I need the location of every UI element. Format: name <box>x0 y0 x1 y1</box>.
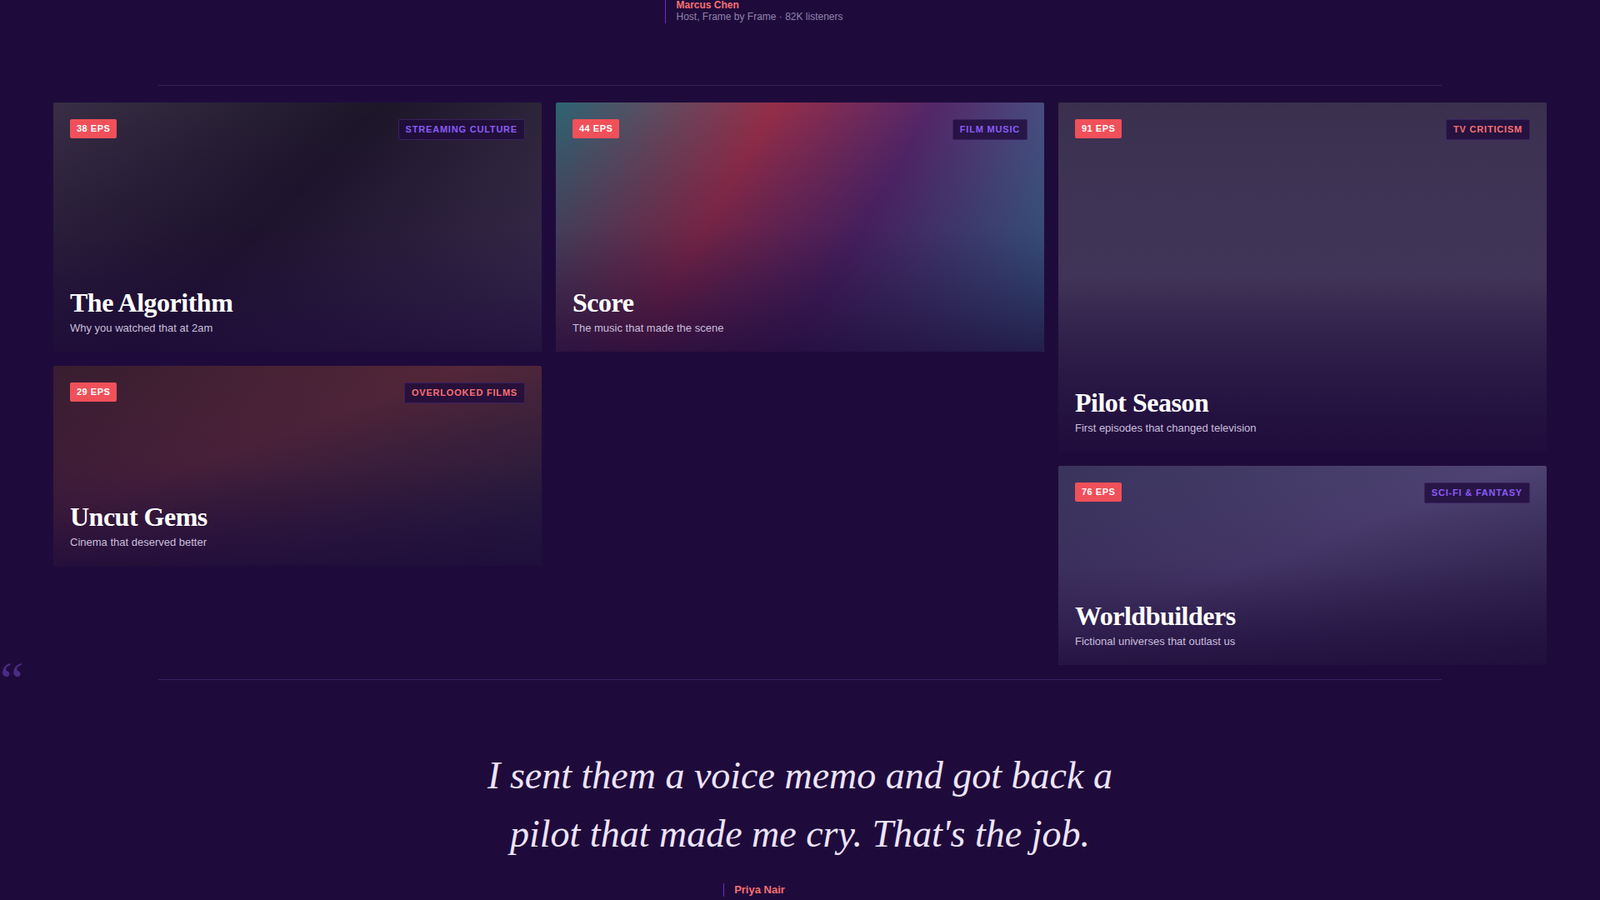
card-text: Uncut Gems Cinema that deserved better <box>70 500 525 550</box>
show-card[interactable]: 29 EPS OVERLOOKED FILMS Uncut Gems Cinema t… <box>53 365 542 566</box>
card-text: Pilot Season First episodes that changed … <box>1075 386 1530 435</box>
author-name: Priya Nair <box>734 883 785 897</box>
episode-badge: 44 EPS <box>572 119 620 139</box>
quote-mark-icon: “ <box>0 654 24 708</box>
episode-badge: 91 EPS <box>1075 119 1122 139</box>
quote-attribution: Priya Nair <box>723 883 785 897</box>
card-text: Score The music that made the scene <box>572 286 1028 335</box>
category-tag: TV CRITICISM <box>1445 119 1530 140</box>
show-subtitle: Fictional universes that outlast us <box>1075 635 1530 649</box>
show-subtitle: Cinema that deserved better <box>70 535 525 550</box>
show-card[interactable]: 38 EPS STREAMING CULTURE The Algorithm Why … <box>53 102 542 352</box>
show-title: The Algorithm <box>70 286 525 319</box>
show-subtitle: First episodes that changed television <box>1075 421 1530 435</box>
quote-text: I sent them a voice memo and got back a … <box>466 746 1134 864</box>
episode-badge: 76 EPS <box>1075 482 1122 502</box>
show-card[interactable]: 76 EPS SCI-FI & FANTASY Worldbuilders Ficti… <box>1058 465 1547 665</box>
show-grid: 38 EPS STREAMING CULTURE The Algorithm Why … <box>0 102 1600 665</box>
show-title: Score <box>572 286 1028 319</box>
category-tag: SCI-FI & FANTASY <box>1424 482 1530 504</box>
category-tag: STREAMING CULTURE <box>398 119 525 140</box>
show-card[interactable]: 44 EPS FILM MUSIC Score The music that made… <box>555 102 1045 352</box>
divider: “ <box>158 679 1442 680</box>
show-card[interactable]: 91 EPS TV CRITICISM Pilot Season First epis… <box>1058 102 1547 452</box>
show-title: Pilot Season <box>1075 386 1530 419</box>
author-name: Marcus Chen <box>675 0 843 10</box>
category-tag: OVERLOOKED FILMS <box>404 382 525 404</box>
grid-column: 91 EPS TV CRITICISM Pilot Season First epis… <box>1058 102 1547 665</box>
show-title: Worldbuilders <box>1075 600 1530 632</box>
episode-badge: 38 EPS <box>70 119 117 139</box>
category-tag: FILM MUSIC <box>952 119 1028 140</box>
show-title: Uncut Gems <box>70 500 525 533</box>
author-role: Host, Frame by Frame · 82K listeners <box>675 10 843 24</box>
divider <box>158 85 1442 86</box>
grid-column: 38 EPS STREAMING CULTURE The Algorithm Why … <box>53 102 542 566</box>
card-text: The Algorithm Why you watched that at 2am <box>70 286 525 335</box>
show-subtitle: The music that made the scene <box>572 321 1028 335</box>
episode-badge: 29 EPS <box>70 382 117 402</box>
grid-column: 44 EPS FILM MUSIC Score The music that made… <box>555 102 1045 352</box>
card-text: Worldbuilders Fictional universes that ou… <box>1075 600 1530 649</box>
show-subtitle: Why you watched that at 2am <box>70 321 525 335</box>
top-testimonial-attribution: Marcus Chen Host, Frame by Frame · 82K l… <box>665 0 843 24</box>
